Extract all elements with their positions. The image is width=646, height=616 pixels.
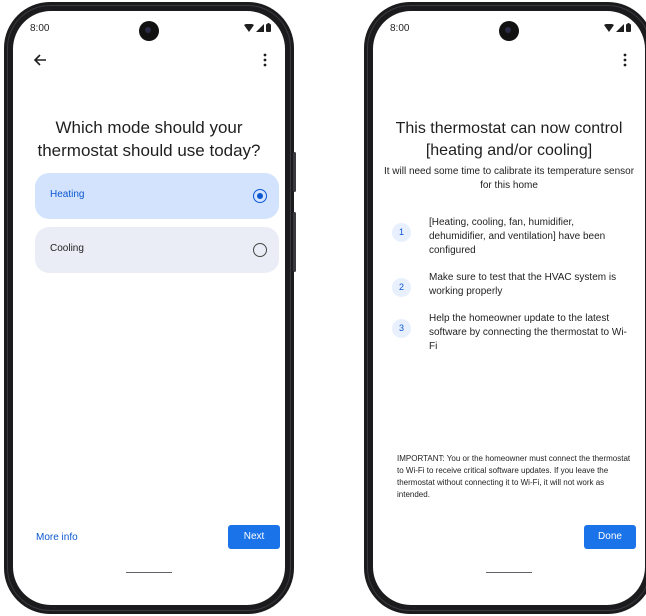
option-label: Heating xyxy=(50,189,85,200)
list-item: 3 Help the homeowner update to the lates… xyxy=(392,312,633,354)
option-cooling[interactable]: Cooling xyxy=(35,227,279,273)
option-heating[interactable]: Heating xyxy=(35,173,279,219)
step-text: Help the homeowner update to the latest … xyxy=(429,313,627,352)
screen-mode-selection: 8:00 Which mode should your thermostat s… xyxy=(13,11,285,605)
signal-icon xyxy=(616,23,624,32)
more-info-link[interactable]: More info xyxy=(36,532,78,543)
status-time: 8:00 xyxy=(30,23,50,34)
home-indicator[interactable] xyxy=(126,572,172,573)
step-number-badge: 2 xyxy=(392,278,411,297)
option-label: Cooling xyxy=(50,243,84,254)
battery-icon xyxy=(626,23,631,32)
step-number-badge: 1 xyxy=(392,223,411,242)
radio-unselected-icon[interactable] xyxy=(253,243,267,257)
back-arrow-icon[interactable] xyxy=(30,50,50,70)
page-title: Which mode should your thermostat should… xyxy=(37,118,261,160)
wifi-icon xyxy=(244,23,254,32)
list-item: 2 Make sure to test that the HVAC system… xyxy=(392,271,633,299)
status-bar: 8:00 xyxy=(13,21,285,39)
next-button[interactable]: Next xyxy=(228,525,280,549)
page-subtitle: It will need some time to calibrate its … xyxy=(383,166,635,191)
home-indicator[interactable] xyxy=(486,572,532,573)
phone-frame-right: 8:00 This thermostat can now control [he… xyxy=(364,2,646,614)
important-notice: IMPORTANT: You or the homeowner must con… xyxy=(397,454,631,499)
phone-frame-left: 8:00 Which mode should your thermostat s… xyxy=(4,2,296,614)
wifi-icon xyxy=(604,23,614,32)
step-text: Make sure to test that the HVAC system i… xyxy=(429,272,617,297)
page-title: This thermostat can now control [heating… xyxy=(395,120,623,159)
step-text: [Heating, cooling, fan, humidifier, dehu… xyxy=(429,217,606,256)
done-button[interactable]: Done xyxy=(584,525,636,549)
radio-selected-icon[interactable] xyxy=(253,189,267,203)
volume-button xyxy=(293,212,296,272)
status-bar: 8:00 xyxy=(373,21,645,39)
status-time: 8:00 xyxy=(390,23,410,34)
screen-confirmation: 8:00 This thermostat can now control [he… xyxy=(373,11,645,605)
signal-icon xyxy=(256,23,264,32)
more-options-icon[interactable] xyxy=(255,50,275,70)
list-item: 1 [Heating, cooling, fan, humidifier, de… xyxy=(392,216,633,258)
battery-icon xyxy=(266,23,271,32)
more-options-icon[interactable] xyxy=(615,50,635,70)
step-number-badge: 3 xyxy=(392,319,411,338)
power-button xyxy=(293,152,296,192)
steps-list: 1 [Heating, cooling, fan, humidifier, de… xyxy=(392,216,633,367)
